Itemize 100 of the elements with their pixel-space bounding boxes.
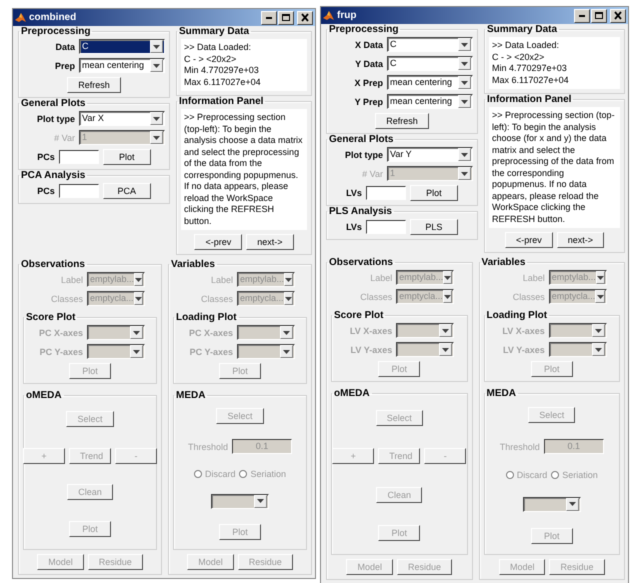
button[interactable]: PLS [410,219,458,235]
button[interactable]: PCA [102,183,151,199]
caret-icon [442,328,450,332]
field-label: X Prep [353,78,383,88]
panel-title: Information Panel [486,94,572,105]
field-label: LV Y-axes [350,344,392,354]
field-label: # Var [361,168,383,178]
panel-title: Loading Plot [175,312,238,323]
button[interactable]: Refresh [67,77,121,93]
field-label: Prep [54,60,75,70]
caret-icon [461,152,468,156]
button[interactable]: <-prev [194,234,242,250]
input-field[interactable] [58,150,99,164]
button[interactable]: Plot [410,185,458,201]
caret-icon [444,276,452,280]
field-label: PCs [37,152,55,162]
input-field[interactable] [366,220,406,234]
caret-icon [444,294,451,298]
text-line: Min 4.770297e+03 [492,63,568,74]
panel-title: oMEDA [333,388,371,399]
caret-icon [283,330,290,334]
input-field[interactable] [366,186,406,200]
text-line: C - > <20x2> [492,52,546,63]
close-button[interactable] [610,8,626,22]
panel-title: MEDA [175,390,206,401]
field-label: Classes [200,294,233,304]
button[interactable]: next-> [556,232,604,248]
minimize-icon [579,14,585,16]
close-button[interactable] [297,10,313,24]
minimize-button[interactable] [261,10,277,24]
field-label: Threshold [500,442,540,452]
maximize-icon [281,13,291,22]
text-line: Max 6.117027e+04 [492,74,570,86]
input-field[interactable] [58,184,99,198]
field-label: LVs [346,188,362,198]
field-label: Label [210,274,233,284]
maximize-icon [594,11,604,20]
panel-title: General Plots [328,134,394,145]
caret-icon [153,136,160,140]
field-label: PC Y-axes [188,346,233,356]
panel-title: Preprocessing [328,24,400,35]
maximize-button[interactable] [591,8,607,22]
text-line: >> Preprocessing section (top-left): To begin the analysis choose a data matrix and select the preprocessing of the data from the corresponding popupmenus. If no data appears, please reload the WorkSpace clicking the REFRESH button. [184,112,304,227]
dropdown[interactable]: C [79,39,165,54]
caret-icon [135,278,142,282]
button[interactable]: Refresh [375,113,429,129]
caret-icon [461,42,468,46]
maximize-button[interactable] [278,10,294,24]
field-label: Y Data [354,58,383,68]
text-line: Max 6.117027e+04 [184,76,262,88]
panel-title: Summary Data [486,24,558,35]
button[interactable]: Plot [102,149,151,165]
caret-icon [285,278,292,282]
panel-title: MEDA [486,388,517,399]
dropdown[interactable]: C [387,37,473,52]
panel-title: PLS Analysis [328,206,393,217]
dropdown[interactable]: C [387,56,473,71]
panel-title: Summary Data [178,26,250,37]
caret-icon [153,44,160,48]
text-line: >> Data Loaded: [184,42,252,54]
logo-icon [323,10,334,21]
caret-icon [133,330,140,334]
field-label: Plot type [36,114,75,124]
field-label: Label [60,274,83,284]
field-label: Plot type [344,150,383,160]
panel-title: Score Plot [333,310,384,321]
dropdown[interactable]: mean centering [79,58,165,73]
dropdown[interactable]: Var X [79,111,165,126]
field-label: LV Y-axes [502,344,545,354]
dropdown[interactable]: Var Y [387,147,473,162]
minimize-button[interactable] [574,8,590,22]
panel-title: Observations [20,259,86,270]
text-line: C - > <20x2> [184,54,238,65]
caret-icon [461,80,468,84]
caret-icon [461,172,468,176]
caret-icon [134,296,142,300]
caret-icon [284,296,292,300]
text-line: >> Data Loaded: [492,40,560,52]
button[interactable]: next-> [246,234,294,250]
caret-icon [283,350,290,354]
field-label: Data [54,42,75,52]
panel-title: Preprocessing [20,26,92,37]
field-label: LV X-axes [348,326,392,336]
caret-icon [461,62,468,66]
panel-title: Information Panel [178,96,264,107]
field-label: Classes [359,292,392,302]
caret-icon [442,348,450,352]
caret-icon [461,100,468,104]
dropdown[interactable]: mean centering [387,75,473,90]
close-icon [613,11,623,20]
button[interactable]: <-prev [504,232,553,248]
close-icon [300,13,310,22]
field-label: Label [369,272,392,282]
field-label: X Data [354,40,383,50]
caret-icon [568,502,576,506]
panel-title: oMEDA [25,390,63,401]
caret-icon [133,350,140,354]
panel-title: Loading Plot [486,310,548,321]
panel-title: Variables [480,257,526,268]
dropdown[interactable]: mean centering [387,94,473,109]
